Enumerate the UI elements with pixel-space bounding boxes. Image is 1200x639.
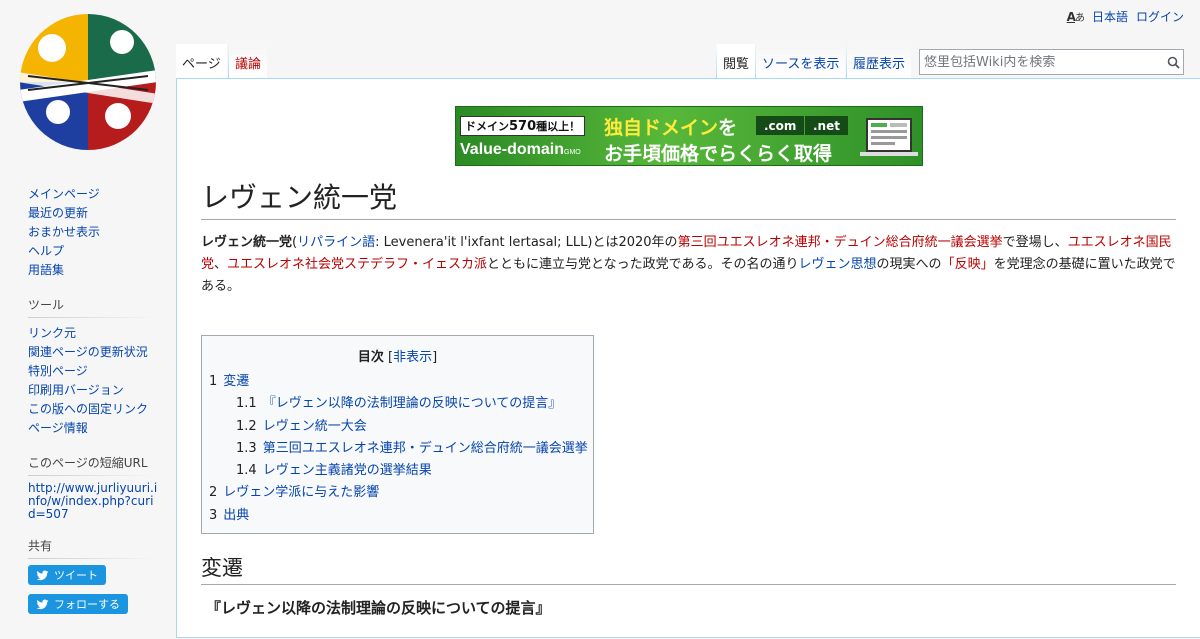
- share-heading: 共有: [28, 537, 156, 559]
- tab-talk-label: 議論: [235, 57, 262, 72]
- sidebar-item-random[interactable]: おまかせ表示: [28, 225, 100, 239]
- article-intro: レヴェン統一党(リパライン語: Levenera'it l'ixfant ler…: [201, 235, 1176, 294]
- toc-item[interactable]: 1.4 レヴェン主義諸党の選挙結果: [202, 460, 593, 482]
- banner-subline: お手頃価格でらくらく取得: [604, 143, 833, 165]
- follow-label: フォローする: [54, 598, 120, 611]
- toc-item[interactable]: 1.3 第三回ユエスレオネ連邦・デュイン総合府統一議会選挙: [202, 438, 593, 460]
- search-input[interactable]: [920, 54, 1163, 70]
- sidebar-item-page-info[interactable]: ページ情報: [28, 421, 88, 435]
- link-reflection[interactable]: 「反映」: [942, 257, 994, 272]
- sidebar-shorturl: このページの短縮URL http://www.jurliyuuri.info/w…: [28, 454, 176, 521]
- tab-read[interactable]: 閲覧: [716, 44, 756, 78]
- toc-item[interactable]: 3 出典: [202, 505, 593, 527]
- tab-history[interactable]: 履歴表示: [846, 44, 912, 78]
- banner-tld-net: .net: [805, 116, 848, 135]
- toc-item[interactable]: 1.2 レヴェン統一大会: [202, 416, 593, 438]
- link-third-election[interactable]: 第三回ユエスレオネ連邦・デュイン総合府統一議会選挙: [678, 235, 1003, 250]
- banner-tld-com: .com: [756, 116, 805, 135]
- sidebar-item-help[interactable]: ヘルプ: [28, 244, 64, 258]
- personal-tools: Aあ 日本語 ログイン: [1067, 8, 1184, 25]
- tab-view-source-label: ソースを表示: [762, 57, 840, 72]
- language-link[interactable]: 日本語: [1092, 8, 1128, 25]
- sidebar-item-whatlinkshere[interactable]: リンク元: [28, 326, 76, 340]
- tab-read-label: 閲覧: [723, 57, 750, 72]
- tab-talk[interactable]: 議論: [228, 44, 268, 78]
- sidebar-item-glossary[interactable]: 用語集: [28, 263, 64, 277]
- banner-headline: 独自ドメインを: [604, 117, 738, 139]
- sidebar-tools: ツール リンク元 関連ページの更新状況 特別ページ 印刷用バージョン この版への…: [28, 296, 176, 438]
- toc-toggle[interactable]: 非表示: [393, 350, 432, 365]
- link-social-party-faction[interactable]: ユエスレオネ社会党ステデラフ・イェスカ派: [227, 257, 487, 272]
- page-title: レヴェン統一党: [201, 177, 1176, 220]
- toc-item[interactable]: 1.1 『レヴェン以降の法制理論の反映についての提言』: [202, 393, 593, 415]
- follow-button[interactable]: フォローする: [28, 594, 128, 614]
- search-box: [919, 49, 1184, 75]
- sidebar-item-permalink[interactable]: この版への固定リンク: [28, 402, 148, 416]
- sidebar-navigation: メインページ 最近の更新 おまかせ表示 ヘルプ 用語集: [28, 185, 176, 280]
- banner-tag: ドメイン570種以上！: [460, 116, 586, 136]
- site-logo[interactable]: [18, 12, 158, 152]
- sidebar-item-special-pages[interactable]: 特別ページ: [28, 364, 88, 378]
- shorturl-link[interactable]: http://www.jurliyuuri.info/w/index.php?c…: [28, 482, 160, 521]
- section-heading-history: 変遷: [201, 552, 1176, 585]
- sidebar-item-related-changes[interactable]: 関連ページの更新状況: [28, 345, 148, 359]
- tab-page-label: ページ: [182, 57, 221, 72]
- sidebar-item-print[interactable]: 印刷用バージョン: [28, 383, 124, 397]
- subsection-heading-proposal: 『レヴェン以降の法制理論の反映についての提言』: [206, 599, 551, 617]
- tab-history-label: 履歴表示: [853, 57, 906, 72]
- main-content: ドメイン570種以上！ Value-domainGMO 独自ドメインを .com…: [176, 78, 1200, 638]
- twitter-icon: [36, 570, 49, 580]
- sidebar: メインページ 最近の更新 おまかせ表示 ヘルプ 用語集 ツール リンク元 関連ペ…: [0, 180, 176, 639]
- tab-page[interactable]: ページ: [176, 44, 227, 78]
- sidebar-item-recent-changes[interactable]: 最近の更新: [28, 206, 88, 220]
- tweet-label: ツイート: [54, 569, 98, 582]
- monitor-icon: [866, 118, 912, 152]
- toc-item[interactable]: 2 レヴェン学派に与えた影響: [202, 482, 593, 504]
- tweet-button[interactable]: ツイート: [28, 565, 106, 585]
- twitter-icon: [36, 599, 49, 609]
- banner-brand: Value-domainGMO: [460, 141, 581, 158]
- toc-title: 目次 [非表示]: [357, 350, 438, 365]
- sidebar-item-main-page[interactable]: メインページ: [28, 187, 100, 201]
- toc-item[interactable]: 1 変遷: [202, 371, 593, 393]
- tab-view-source[interactable]: ソースを表示: [755, 44, 846, 78]
- search-icon[interactable]: [1163, 56, 1183, 69]
- ad-banner[interactable]: ドメイン570種以上！ Value-domainGMO 独自ドメインを .com…: [455, 106, 923, 166]
- link-lipalain-language[interactable]: リパライン語: [297, 235, 375, 250]
- table-of-contents: 目次 [非表示] 1 変遷 1.1 『レヴェン以降の法制理論の反映についての提言』 …: [201, 335, 594, 534]
- tools-heading: ツール: [28, 296, 156, 318]
- monitor-stand: [860, 152, 918, 156]
- language-icon[interactable]: Aあ: [1067, 9, 1085, 24]
- login-link[interactable]: ログイン: [1136, 8, 1184, 25]
- link-leven-thought[interactable]: レヴェン思想: [799, 257, 877, 272]
- shorturl-heading: このページの短縮URL: [28, 454, 156, 476]
- sidebar-share: 共有 ツイート フォローする: [28, 537, 176, 623]
- intro-bold-title: レヴェン統一党: [201, 235, 293, 250]
